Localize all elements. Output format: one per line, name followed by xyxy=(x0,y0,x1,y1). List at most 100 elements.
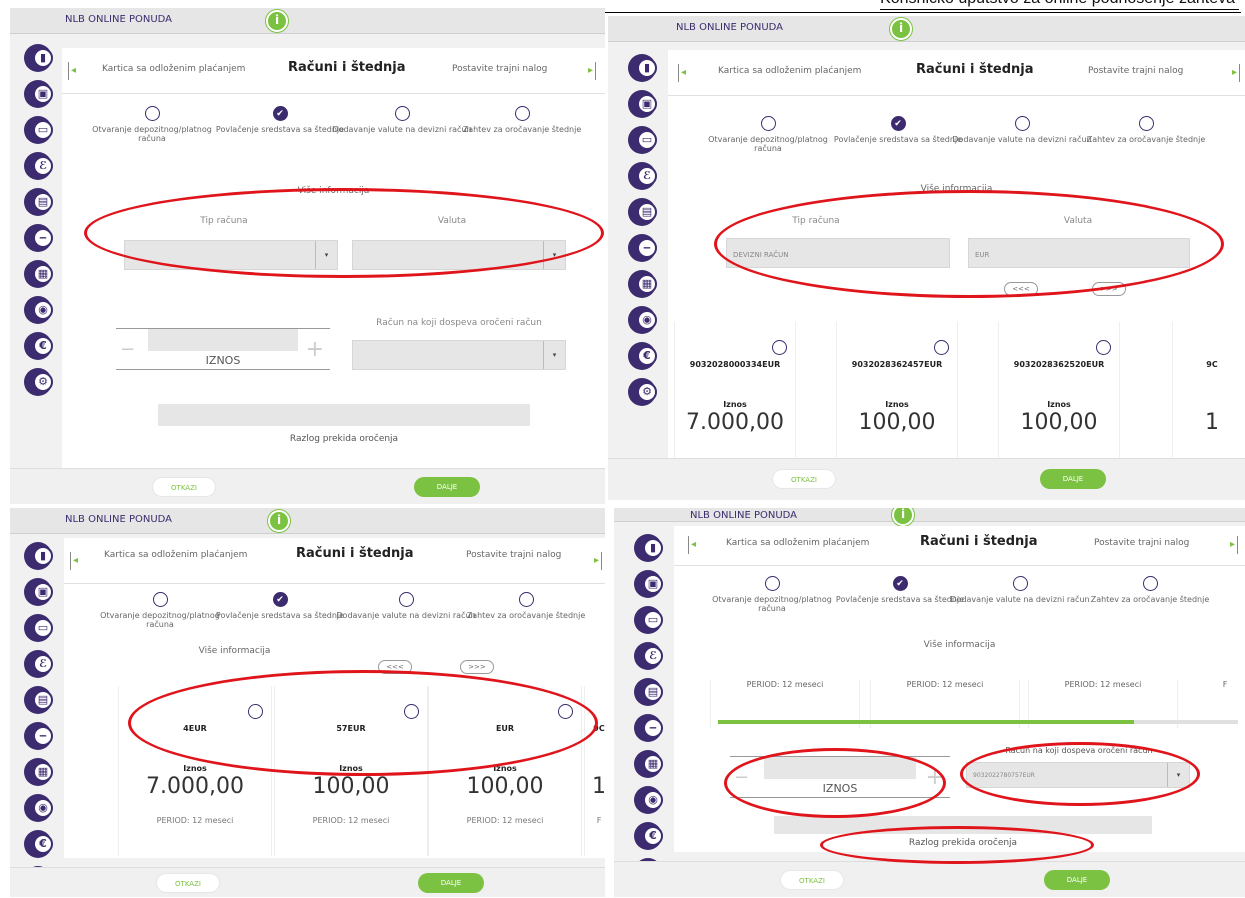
sidebar-location-button[interactable]: ◉ xyxy=(24,296,53,324)
sidebar-card-button[interactable]: ▭ xyxy=(24,614,53,642)
sidebar-exchange-button[interactable]: ▤ xyxy=(634,678,663,706)
option-withdraw[interactable]: ✔ Povlačenje sredstava sa štednje xyxy=(210,106,350,134)
radio[interactable] xyxy=(764,576,780,591)
option-add-currency[interactable]: Dodavanje valute na devizni račun xyxy=(332,106,472,134)
option-open-account[interactable]: Otvaranje depozitnog/platnog računa xyxy=(702,576,842,613)
sidebar-stack-button[interactable]: ▦ xyxy=(628,270,657,298)
next-button[interactable]: DALJE xyxy=(1044,870,1110,890)
option-withdraw[interactable]: ✔ Povlačenje sredstava sa štednje xyxy=(210,592,350,620)
radio[interactable] xyxy=(772,340,787,355)
option-open-account[interactable]: Otvaranje depozitnog/platnog računa xyxy=(90,592,230,629)
radio[interactable] xyxy=(144,106,160,121)
tab-prev[interactable]: Kartica sa odloženim plaćanjem xyxy=(718,66,861,76)
account-card[interactable]: 9032028362457EUR Iznos 100,00 xyxy=(836,322,958,462)
radio[interactable] xyxy=(514,106,530,121)
account-type-select[interactable]: DEVIZNI RAČUN xyxy=(726,238,950,268)
tab-active[interactable]: Računi i štednja xyxy=(920,534,1038,549)
sidebar-chart-button[interactable]: ▮ xyxy=(634,534,663,562)
tab-next-arrow[interactable]: ▸ xyxy=(586,62,596,80)
radio[interactable] xyxy=(248,704,263,719)
info-icon[interactable]: i xyxy=(266,10,288,32)
sidebar-euro-button[interactable]: € xyxy=(24,332,53,360)
option-term-deposit[interactable]: Zahtev za oročavanje štednje xyxy=(456,592,596,620)
sidebar-minus-button[interactable]: ‒ xyxy=(628,234,657,262)
currency-select[interactable]: ▾ xyxy=(352,240,566,270)
sidebar-stack-button[interactable]: ▦ xyxy=(634,750,663,778)
sidebar-minus-button[interactable]: ‒ xyxy=(24,722,53,750)
radio-checked[interactable]: ✔ xyxy=(272,592,288,607)
currency-select[interactable]: EUR xyxy=(968,238,1190,268)
tab-next-arrow[interactable]: ▸ xyxy=(1228,536,1238,554)
account-card[interactable]: 4EUR Iznos 7.000,00 PERIOD: 12 meseci xyxy=(118,686,272,856)
radio[interactable] xyxy=(1014,116,1030,131)
next-button[interactable]: DALJE xyxy=(414,477,480,497)
sidebar-card-button[interactable]: ▭ xyxy=(24,116,53,144)
tab-active[interactable]: Računi i štednja xyxy=(296,546,414,561)
cancel-button[interactable]: OTKAZI xyxy=(156,873,220,893)
radio[interactable] xyxy=(1012,576,1028,591)
target-account-select[interactable]: ▾ xyxy=(352,340,566,370)
radio-checked[interactable]: ✔ xyxy=(890,116,906,131)
radio[interactable] xyxy=(558,704,573,719)
pager-next[interactable]: >>> xyxy=(460,660,494,674)
sidebar-gear-button[interactable]: ⚙ xyxy=(24,368,53,396)
target-account-select[interactable]: 9032022780757EUR ▾ xyxy=(966,762,1190,788)
option-add-currency[interactable]: Dodavanje valute na devizni račun xyxy=(336,592,476,620)
option-withdraw[interactable]: ✔ Povlačenje sredstava sa štednje xyxy=(828,116,968,144)
account-card[interactable]: EUR Iznos 100,00 PERIOD: 12 meseci xyxy=(428,686,582,856)
sidebar-euro-button[interactable]: € xyxy=(634,822,663,850)
info-icon[interactable]: i xyxy=(268,510,290,532)
tab-next[interactable]: Postavite trajni nalog xyxy=(1088,66,1183,76)
sidebar-exchange-button[interactable]: ▤ xyxy=(628,198,657,226)
sidebar-card-button[interactable]: ▭ xyxy=(634,606,663,634)
tab-prev[interactable]: Kartica sa odloženim plaćanjem xyxy=(726,538,869,548)
reason-input[interactable] xyxy=(158,404,530,426)
pager-prev[interactable]: <<< xyxy=(378,660,412,674)
radio[interactable] xyxy=(404,704,419,719)
tab-active[interactable]: Računi i štednja xyxy=(916,62,1034,77)
sidebar-location-button[interactable]: ◉ xyxy=(634,786,663,814)
radio[interactable] xyxy=(394,106,410,121)
tab-active[interactable]: Računi i štednja xyxy=(288,60,406,75)
reason-input[interactable] xyxy=(774,816,1152,834)
radio[interactable] xyxy=(934,340,949,355)
tab-prev-arrow[interactable]: ◂ xyxy=(688,536,698,554)
sidebar-loan-button[interactable]: ℰ xyxy=(628,162,657,190)
option-term-deposit[interactable]: Zahtev za oročavanje štednje xyxy=(452,106,592,134)
tab-prev[interactable]: Kartica sa odloženim plaćanjem xyxy=(104,550,247,560)
sidebar-stack-button[interactable]: ▦ xyxy=(24,758,53,786)
sidebar-briefcase-button[interactable]: ▣ xyxy=(634,570,663,598)
sidebar-chart-button[interactable]: ▮ xyxy=(24,44,53,72)
radio[interactable] xyxy=(398,592,414,607)
info-icon[interactable]: i xyxy=(890,18,912,40)
option-add-currency[interactable]: Dodavanje valute na devizni račun xyxy=(950,576,1090,604)
sidebar-minus-button[interactable]: ‒ xyxy=(634,714,663,742)
sidebar-briefcase-button[interactable]: ▣ xyxy=(628,90,657,118)
option-add-currency[interactable]: Dodavanje valute na devizni račun xyxy=(952,116,1092,144)
cancel-button[interactable]: OTKAZI xyxy=(772,469,836,489)
sidebar-chart-button[interactable]: ▮ xyxy=(24,542,53,570)
sidebar-location-button[interactable]: ◉ xyxy=(628,306,657,334)
sidebar-minus-button[interactable]: ‒ xyxy=(24,224,53,252)
sidebar-location-button[interactable]: ◉ xyxy=(24,794,53,822)
radio-checked[interactable]: ✔ xyxy=(272,106,288,121)
option-term-deposit[interactable]: Zahtev za oročavanje štednje xyxy=(1076,116,1216,144)
sidebar-loan-button[interactable]: ℰ xyxy=(634,642,663,670)
plus-icon[interactable]: + xyxy=(306,337,324,362)
next-button[interactable]: DALJE xyxy=(418,873,484,893)
account-card[interactable]: 9032028000334EUR Iznos 7.000,00 xyxy=(674,322,796,462)
option-withdraw[interactable]: ✔ Povlačenje sredstava sa štednje xyxy=(830,576,970,604)
sidebar-euro-button[interactable]: € xyxy=(628,342,657,370)
account-card-partial[interactable]: 9C 1 xyxy=(1172,322,1245,462)
option-term-deposit[interactable]: Zahtev za oročavanje štednje xyxy=(1080,576,1220,604)
account-card[interactable]: 9032028362520EUR Iznos 100,00 xyxy=(998,322,1120,462)
sidebar-card-button[interactable]: ▭ xyxy=(628,126,657,154)
tab-next[interactable]: Postavite trajni nalog xyxy=(1094,538,1189,548)
more-info-link[interactable]: Više informacija xyxy=(62,186,605,196)
radio[interactable] xyxy=(1096,340,1111,355)
sidebar-loan-button[interactable]: ℰ xyxy=(24,152,53,180)
account-type-select[interactable]: ▾ xyxy=(124,240,338,270)
tab-next[interactable]: Postavite trajni nalog xyxy=(452,64,547,74)
cancel-button[interactable]: OTKAZI xyxy=(780,870,844,890)
amount-input[interactable] xyxy=(148,329,298,351)
